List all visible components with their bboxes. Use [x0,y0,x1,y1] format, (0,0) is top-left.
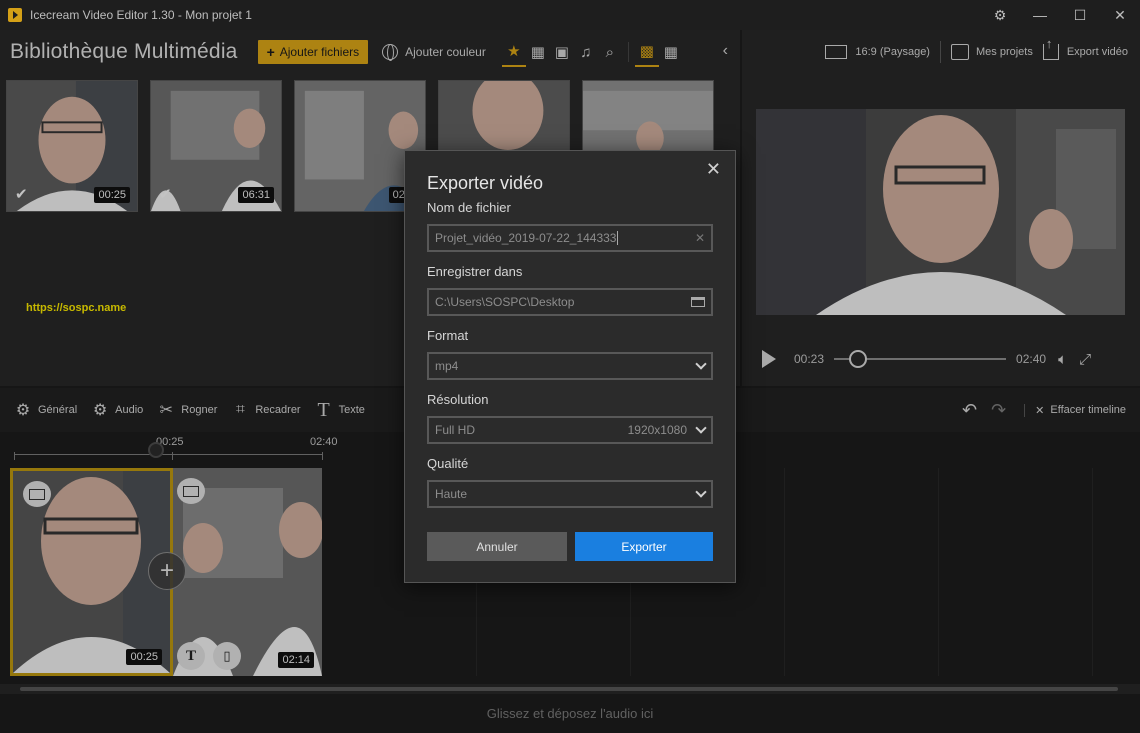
window-controls: ⚙ — ☐ ✕ [980,0,1140,30]
quality-select[interactable]: Haute [427,480,713,508]
dialog-title: Exporter vidéo [427,173,544,193]
save-in-label: Enregistrer dans [427,264,523,279]
quality-value: Haute [435,487,468,501]
filename-input[interactable]: Projet_vidéo_2019-07-22_144333 ✕ [427,224,713,252]
save-location-input[interactable]: C:\Users\SOSPC\Desktop [427,288,713,316]
quality-label: Qualité [427,456,469,471]
cancel-button[interactable]: Annuler [427,532,567,561]
close-icon[interactable]: ✕ [706,159,721,180]
clear-input-icon[interactable]: ✕ [695,231,705,245]
folder-icon[interactable] [691,297,705,307]
filename-value: Projet_vidéo_2019-07-22_144333 [435,231,617,245]
minimize-icon[interactable]: — [1020,0,1060,30]
settings-gear-icon[interactable]: ⚙ [980,0,1020,30]
format-select[interactable]: mp4 [427,352,713,380]
chevron-down-icon [695,358,707,370]
title-bar: Icecream Video Editor 1.30 - Mon projet … [0,0,1140,30]
export-button[interactable]: Exporter [575,532,713,561]
format-value: mp4 [435,359,459,373]
chevron-down-icon [695,486,707,498]
app-logo-icon [8,8,22,22]
close-icon[interactable]: ✕ [1100,0,1140,30]
filename-label: Nom de fichier [427,200,511,215]
resolution-detail: 1920x1080 [627,423,687,437]
window-title: Icecream Video Editor 1.30 - Mon projet … [30,8,252,22]
text-caret [617,231,619,245]
format-label: Format [427,328,469,343]
save-location-value: C:\Users\SOSPC\Desktop [435,295,575,309]
resolution-label: Résolution [427,392,489,407]
chevron-down-icon [695,422,707,434]
export-dialog: ✕ Exporter vidéo Nom de fichier Projet_v… [404,150,736,583]
maximize-icon[interactable]: ☐ [1060,0,1100,30]
resolution-select[interactable]: Full HD 1920x1080 [427,416,713,444]
resolution-value: Full HD [435,423,476,437]
